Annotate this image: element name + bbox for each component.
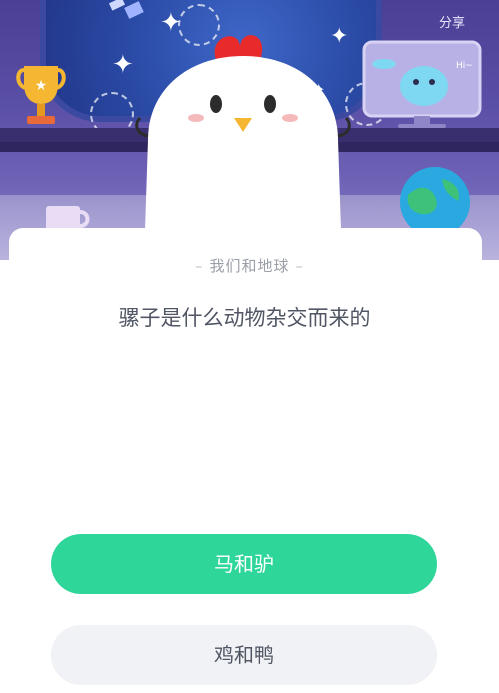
monitor-text: Hi~ [456,61,473,71]
divider-dash: – [194,257,204,275]
answer-option-2[interactable]: 鸡和鸭 [51,625,437,685]
divider-dash: – [295,257,304,275]
category-label: 我们和地球 [209,257,290,275]
alien-monitor-icon: Hi~ [362,40,482,128]
share-button[interactable]: 分享 [439,12,465,31]
trophy-icon: ★ [16,66,66,124]
svg-text:★: ★ [35,78,48,94]
quiz-category: – 我们和地球 – [0,255,499,276]
header-illustration: ✦ ✦ ✦ ✦ ★ Hi~ [0,0,499,260]
question-text: 骡子是什么动物杂交而来的 [118,306,371,330]
chicken-mascot-icon [135,35,351,260]
answer-option-1[interactable]: 马和驴 [51,534,437,594]
quiz-card [9,228,482,693]
